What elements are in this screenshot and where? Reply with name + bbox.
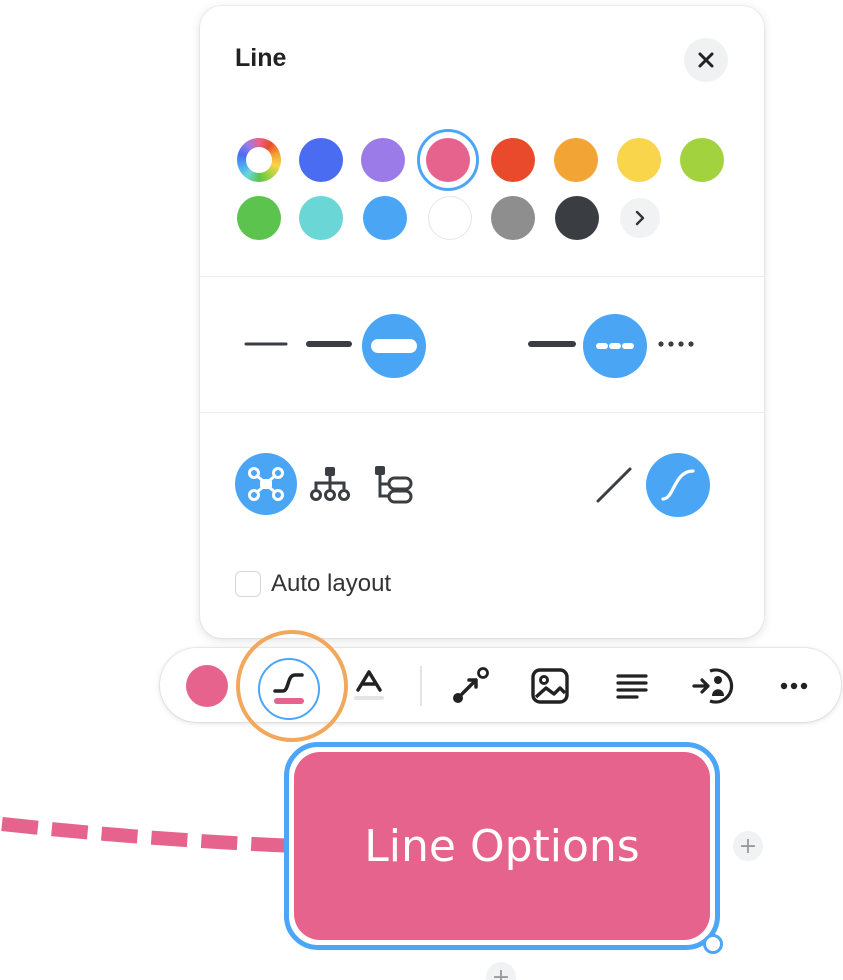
plus-icon: + [491,964,511,980]
line-shape-straight[interactable] [592,464,636,506]
add-child-button[interactable]: + [486,962,516,980]
color-swatch-blue[interactable] [299,138,343,182]
thin-line-icon [244,342,288,346]
section-divider [200,276,764,277]
connection-icon [453,667,489,703]
color-swatch-white[interactable] [428,196,472,240]
color-swatch-green[interactable] [237,196,281,240]
line-style-dotted[interactable] [656,334,700,354]
focus-button[interactable] [690,664,736,708]
plus-icon: + [738,833,758,859]
image-icon [531,668,569,704]
align-button[interactable] [612,668,652,704]
layout-tree[interactable] [370,462,416,506]
color-swatch-yellow[interactable] [617,138,661,182]
color-swatch-red[interactable] [491,138,535,182]
focus-icon [692,668,734,704]
mindmap-icon [248,467,284,501]
topic-node[interactable]: Line Options [294,752,710,940]
color-swatch-lime[interactable] [680,138,724,182]
more-colors-button[interactable] [620,198,660,238]
color-swatch-sky[interactable] [363,196,407,240]
tree-icon [375,466,413,504]
chevron-right-icon [635,210,645,226]
text-style-icon [354,670,384,700]
line-width-thick[interactable] [362,314,426,378]
line-style-dashed[interactable] [583,314,647,378]
more-icon [780,682,808,690]
more-button[interactable] [774,670,814,702]
straight-line-icon [596,467,632,503]
color-swatch-pink[interactable] [426,138,470,182]
color-swatch-teal[interactable] [299,196,343,240]
close-icon [698,52,714,68]
color-swatch-dark[interactable] [555,196,599,240]
line-options-panel: Line Auto layout [200,6,764,638]
section-divider [200,412,764,413]
line-style-solid[interactable] [528,332,576,356]
layout-org-chart[interactable] [308,464,352,504]
line-width-thin[interactable] [244,332,288,356]
image-button[interactable] [528,665,572,707]
dotted-line-icon [658,341,694,347]
close-button[interactable] [684,38,728,82]
medium-line-icon [306,341,352,347]
line-width-medium[interactable] [306,332,352,356]
dashed-line-icon [596,343,634,349]
org-chart-icon [310,467,350,501]
resize-handle[interactable] [703,934,723,954]
align-icon [616,674,648,699]
text-style-button[interactable] [348,664,390,708]
panel-title: Line [235,44,287,72]
color-swatch-multicolor[interactable] [237,138,281,182]
fill-color-button[interactable] [186,665,228,707]
topic-node-label: Line Options [364,820,640,872]
solid-line-icon [528,341,576,347]
auto-layout-checkbox[interactable] [235,571,261,597]
color-swatch-gray[interactable] [491,196,535,240]
add-sibling-button[interactable]: + [733,831,763,861]
highlight-ring [236,630,348,742]
color-swatch-orange[interactable] [554,138,598,182]
auto-layout-option[interactable]: Auto layout [235,570,391,598]
connector-line [1,817,297,853]
color-swatch-purple[interactable] [361,138,405,182]
thick-line-icon [371,339,417,353]
toolbar-separator [420,666,422,706]
auto-layout-label: Auto layout [271,570,392,597]
curved-line-icon [661,469,695,501]
connection-button[interactable] [448,664,492,708]
layout-mindmap[interactable] [235,453,297,515]
line-shape-curved[interactable] [646,453,710,517]
